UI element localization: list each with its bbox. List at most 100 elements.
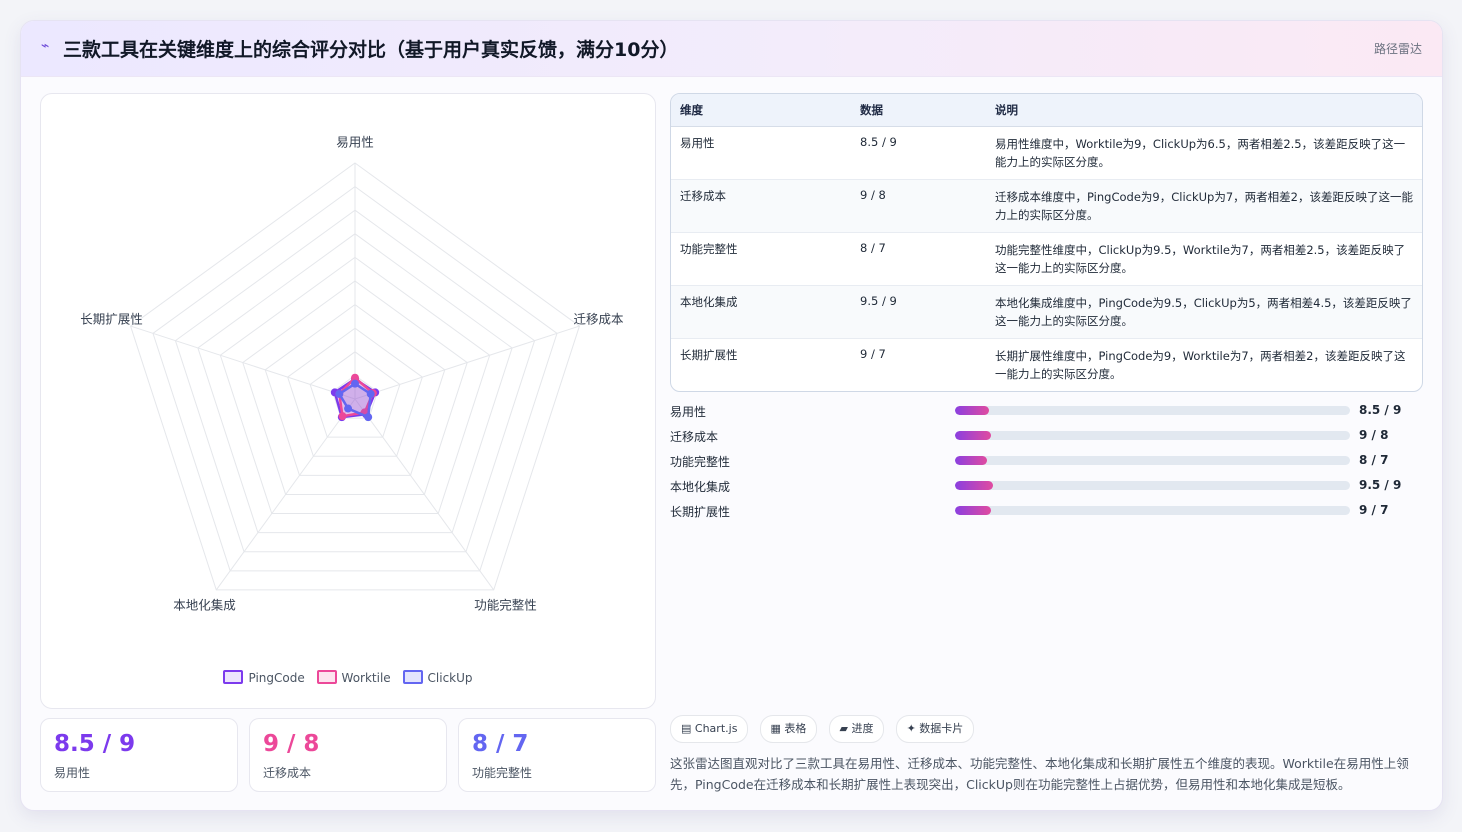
progress-track [955, 406, 1350, 415]
table-row: 易用性 8.5 / 9 易用性维度中，Worktile为9，ClickUp为6.… [671, 126, 1422, 180]
table-icon: ▦ [770, 722, 781, 735]
card-icon: ✦ [906, 722, 916, 735]
table-row: 本地化集成 9.5 / 9 本地化集成维度中，PingCode为9.5，Clic… [671, 285, 1422, 339]
legend-label: Worktile [341, 671, 391, 685]
progress-label: 功能完整性 [670, 455, 731, 469]
legend-swatch [223, 670, 244, 684]
cell-data: 9.5 / 9 [851, 285, 986, 339]
stat-value: 8.5 / 9 [54, 731, 136, 757]
stat-value: 9 / 8 [263, 731, 320, 757]
axis-label: 易用性 [336, 135, 374, 150]
cell-dimension: 长期扩展性 [680, 348, 738, 362]
cell-dimension: 功能完整性 [671, 232, 851, 286]
data-point [344, 404, 353, 413]
table-row: 迁移成本 9 / 8 迁移成本维度中，PingCode为9，ClickUp为7，… [671, 179, 1422, 233]
radar-chart-panel: 易用性 迁移成本 功能完整性 本地化集成 长期扩展性 PingCode Worktile… [40, 93, 656, 709]
stat-card-migration-cost: 9 / 8 迁移成本 [249, 718, 447, 792]
data-point [351, 379, 359, 388]
data-table: 维度 数据 说明 易用性 8.5 / 9 易用性维度中，Worktile为9，C… [670, 93, 1423, 392]
grid-spoke [130, 325, 356, 400]
chip-label: 表格 [784, 722, 807, 735]
column-header-data: 数据 [851, 94, 986, 127]
progress-label: 迁移成本 [670, 430, 719, 444]
cell-data: 8.5 / 9 [851, 126, 986, 180]
stat-value: 8 / 7 [472, 731, 529, 757]
progress-icon: ▰ [839, 722, 848, 735]
progress-row: 易用性 8.5 / 9 [670, 401, 1421, 426]
cell-dimension: 迁移成本 [671, 179, 851, 233]
cell-description: 长期扩展性维度中，PingCode为9，Worktile为7，两者相差2，该差距… [995, 349, 1406, 381]
column-header-dimension: 维度 [671, 94, 851, 127]
progress-track [955, 431, 1350, 440]
cell-dimension: 本地化集成 [671, 285, 851, 339]
stat-label: 迁移成本 [263, 766, 312, 780]
progress-label: 长期扩展性 [670, 505, 731, 519]
chip-table[interactable]: ▦ 表格 [759, 715, 818, 743]
radar-chart: 易用性迁移成本功能完整性 本地化集成 长期扩展性 [80, 135, 624, 613]
legend-swatch [402, 670, 423, 684]
table-row: 长期扩展性 9 / 7 长期扩展性维度中，PingCode为9，Worktile… [671, 339, 1422, 392]
data-point [335, 389, 344, 398]
table-row: 功能完整性 8 / 7 功能完整性维度中，ClickUp为9.5，Worktil… [671, 232, 1422, 286]
legend-swatch [316, 670, 337, 684]
legend-item-pingcode[interactable]: PingCode [223, 670, 305, 685]
progress-fill [955, 456, 987, 465]
cell-data: 9 / 7 [860, 347, 886, 361]
chip-label: 进度 [851, 722, 874, 735]
progress-row: 本地化集成 9.5 / 9 [670, 476, 1421, 501]
progress-list: 易用性 8.5 / 9 迁移成本 9 / 8 功能完整性 8 / 7 本地化集成… [670, 401, 1421, 526]
chart-kind-tag: 路径雷达 [1373, 42, 1422, 56]
progress-value: 9.5 / 9 [1359, 478, 1402, 492]
sparkle-icon: ⌁ [41, 38, 50, 54]
progress-fill [955, 506, 991, 515]
progress-label: 易用性 [670, 405, 707, 419]
report-card: ⌁ 三款工具在关键维度上的综合评分对比（基于用户真实反馈，满分10分） 路径雷达… [20, 20, 1443, 811]
progress-value: 8 / 7 [1359, 453, 1389, 467]
chip-label: Chart.js [694, 722, 738, 735]
cell-description: 迁移成本维度中，PingCode为9，ClickUp为7，两者相差2，该差距反映… [986, 179, 1422, 233]
cell-data: 8 / 7 [851, 232, 986, 286]
stat-card-usability: 8.5 / 9 易用性 [40, 718, 238, 792]
cell-description: 易用性维度中，Worktile为9，ClickUp为6.5，两者相差2.5，该差… [986, 126, 1422, 180]
progress-fill [955, 406, 989, 415]
chip-chartjs[interactable]: ▤ Chart.js [670, 715, 749, 743]
legend-label: PingCode [248, 671, 305, 685]
axis-label: 长期扩展性 [80, 311, 143, 326]
cell-dimension: 易用性 [671, 126, 851, 180]
progress-track [955, 456, 1350, 465]
grid-spoke [354, 325, 580, 400]
progress-value: 9 / 8 [1359, 428, 1389, 442]
column-header-description: 说明 [986, 94, 1422, 127]
page-title: 三款工具在关键维度上的综合评分对比（基于用户真实反馈，满分10分） [63, 39, 679, 61]
axis-label: 功能完整性 [474, 598, 537, 613]
chip-progress[interactable]: ▰ 进度 [828, 715, 885, 743]
progress-fill [955, 431, 991, 440]
progress-track [955, 481, 1350, 490]
header: ⌁ 三款工具在关键维度上的综合评分对比（基于用户真实反馈，满分10分） 路径雷达 [21, 21, 1442, 77]
progress-row: 迁移成本 9 / 8 [670, 426, 1421, 451]
stat-label: 功能完整性 [472, 766, 533, 780]
stat-card-feature-completeness: 8 / 7 功能完整性 [458, 718, 656, 792]
progress-fill [955, 481, 993, 490]
data-point [338, 412, 347, 421]
progress-value: 9 / 7 [1359, 503, 1389, 517]
progress-row: 长期扩展性 9 / 7 [670, 501, 1421, 526]
cell-data: 9 / 8 [851, 179, 986, 233]
tech-chips: ▤ Chart.js ▦ 表格 ▰ 进度 ✦ 数据卡片 [670, 715, 980, 743]
progress-value: 8.5 / 9 [1359, 403, 1402, 417]
chart-legend: PingCode Worktile ClickUp [41, 670, 655, 685]
summary-text: 这张雷达图直观对比了三款工具在易用性、迁移成本、功能完整性、本地化集成和长期扩展… [670, 756, 1409, 792]
cell-description: 本地化集成维度中，PingCode为9.5，ClickUp为5，两者相差4.5，… [986, 285, 1422, 339]
progress-label: 本地化集成 [670, 480, 731, 494]
data-point [364, 413, 373, 422]
progress-row: 功能完整性 8 / 7 [670, 451, 1421, 476]
legend-label: ClickUp [427, 671, 473, 685]
legend-item-worktile[interactable]: Worktile [316, 670, 391, 685]
chip-data-card[interactable]: ✦ 数据卡片 [895, 715, 975, 743]
chart-icon: ▤ [681, 722, 692, 735]
cell-description: 功能完整性维度中，ClickUp为9.5，Worktile为7，两者相差2.5，… [986, 232, 1422, 286]
data-point [366, 389, 375, 398]
axis-label: 迁移成本 [573, 311, 624, 326]
chip-label: 数据卡片 [919, 722, 964, 735]
legend-item-clickup[interactable]: ClickUp [402, 670, 473, 685]
